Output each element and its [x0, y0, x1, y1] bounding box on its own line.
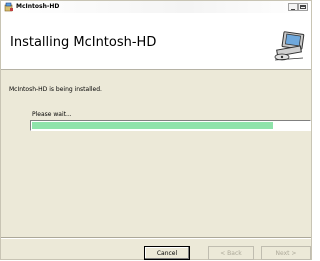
wait-text: Please wait... — [32, 111, 72, 118]
installer-window: McIntosh-HD Installing McIntosh-HD McInt… — [0, 0, 312, 260]
back-button[interactable]: < Back — [208, 246, 254, 260]
window-title: McIntosh-HD — [16, 3, 60, 10]
status-text: McIntosh-HD is being installed. — [9, 86, 102, 93]
installer-app-icon — [4, 2, 13, 12]
cancel-button[interactable]: Cancel — [144, 246, 190, 260]
progress-bar — [30, 120, 311, 131]
next-button[interactable]: Next > — [261, 246, 311, 260]
progress-fill — [32, 122, 273, 129]
minimize-icon[interactable] — [288, 3, 298, 11]
header-banner: Installing McIntosh-HD — [1, 13, 311, 70]
maximize-icon[interactable] — [298, 3, 308, 11]
page-title: Installing McIntosh-HD — [10, 35, 157, 50]
title-bar[interactable]: McIntosh-HD — [1, 1, 311, 13]
computer-install-icon — [274, 31, 305, 61]
button-separator — [1, 237, 311, 239]
